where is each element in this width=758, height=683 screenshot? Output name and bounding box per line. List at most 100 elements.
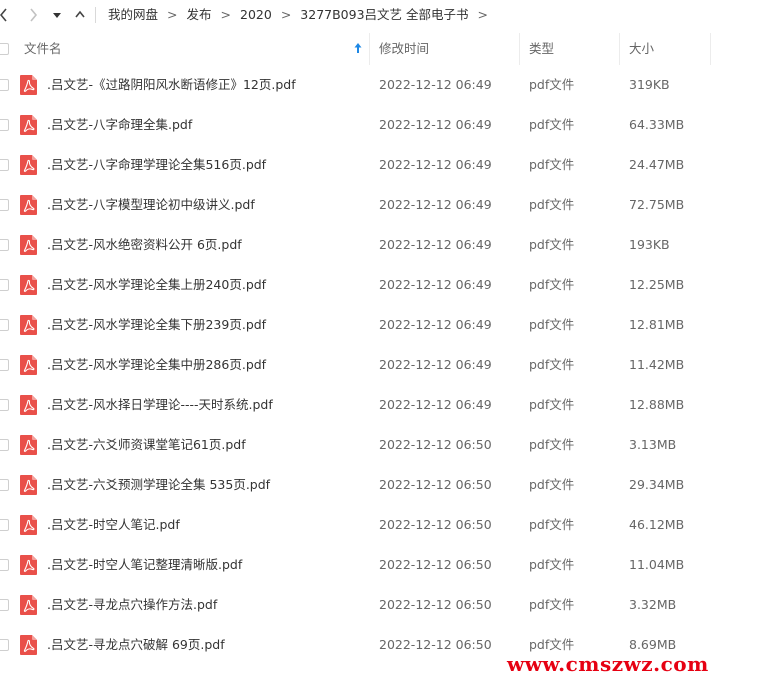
up-folder-icon[interactable] — [73, 6, 87, 24]
file-size: 64.33MB — [629, 117, 685, 132]
select-all-checkbox[interactable] — [0, 43, 9, 55]
file-modified-time: 2022-12-12 06:49 — [379, 237, 492, 252]
file-row[interactable]: .吕文艺-八字模型理论初中级讲义.pdf 2022-12-12 06:49 pdf文… — [0, 185, 758, 225]
file-size: 3.32MB — [629, 597, 677, 612]
row-checkbox[interactable] — [0, 359, 9, 371]
file-row[interactable]: .吕文艺-《过路阴阳风水断语修正》12页.pdf 2022-12-12 06:49… — [0, 65, 758, 105]
file-name[interactable]: .吕文艺-寻龙点穴操作方法.pdf — [47, 585, 217, 625]
top-navigation-bar: 我的网盘 > 发布 >2020 >3277B093吕文艺 全部电子书 > — [0, 0, 758, 30]
file-row[interactable]: .吕文艺-寻龙点穴操作方法.pdf 2022-12-12 06:50 pdf文件 3.… — [0, 585, 758, 625]
column-divider[interactable] — [369, 33, 370, 65]
file-modified-time: 2022-12-12 06:50 — [379, 557, 492, 572]
file-modified-time: 2022-12-12 06:49 — [379, 277, 492, 292]
file-size: 12.25MB — [629, 277, 685, 292]
file-name[interactable]: .吕文艺-风水学理论全集下册239页.pdf — [47, 305, 266, 345]
row-checkbox[interactable] — [0, 239, 9, 251]
file-list-header: 文件名 修改时间 类型 大小 — [0, 33, 758, 65]
column-header-size[interactable]: 大小 — [629, 33, 709, 65]
file-row[interactable]: .吕文艺-风水学理论全集下册239页.pdf 2022-12-12 06:49 pd… — [0, 305, 758, 345]
row-checkbox[interactable] — [0, 439, 9, 451]
file-size: 24.47MB — [629, 157, 685, 172]
file-type: pdf文件 — [529, 557, 575, 572]
pdf-file-icon — [20, 75, 37, 95]
file-row[interactable]: .吕文艺-六爻师资课堂笔记61页.pdf 2022-12-12 06:50 pdf文… — [0, 425, 758, 465]
row-checkbox[interactable] — [0, 79, 9, 91]
file-row[interactable]: .吕文艺-时空人笔记.pdf 2022-12-12 06:50 pdf文件 46.12… — [0, 505, 758, 545]
file-size: 29.34MB — [629, 477, 685, 492]
column-header-name[interactable]: 文件名 — [24, 33, 364, 65]
file-name[interactable]: .吕文艺-风水学理论全集上册240页.pdf — [47, 265, 266, 305]
file-name[interactable]: .吕文艺-风水绝密资料公开 6页.pdf — [47, 225, 242, 265]
file-row[interactable]: .吕文艺-八字命理学理论全集516页.pdf 2022-12-12 06:49 pd… — [0, 145, 758, 185]
file-size: 193KB — [629, 237, 670, 252]
file-row[interactable]: .吕文艺-风水择日学理论----天时系统.pdf 2022-12-12 06:49… — [0, 385, 758, 425]
file-size: 319KB — [629, 77, 670, 92]
file-name[interactable]: .吕文艺-时空人笔记整理清晰版.pdf — [47, 545, 242, 585]
file-type: pdf文件 — [529, 317, 575, 332]
back-icon[interactable] — [0, 6, 11, 24]
history-dropdown-icon[interactable] — [50, 6, 64, 24]
forward-icon[interactable] — [26, 6, 40, 24]
row-checkbox[interactable] — [0, 319, 9, 331]
column-divider[interactable] — [710, 33, 711, 65]
file-row[interactable]: .吕文艺-六爻预测学理论全集 535页.pdf 2022-12-12 06:50 p… — [0, 465, 758, 505]
watermark-text: www.cmszwz.com — [507, 652, 709, 676]
file-name[interactable]: .吕文艺-六爻师资课堂笔记61页.pdf — [47, 425, 246, 465]
breadcrumb: 我的网盘 > 发布 >2020 >3277B093吕文艺 全部电子书 > — [108, 0, 497, 30]
breadcrumb-item-current-folder[interactable]: 3277B093吕文艺 全部电子书 — [300, 7, 468, 22]
sort-ascending-icon[interactable] — [352, 41, 364, 55]
file-type: pdf文件 — [529, 597, 575, 612]
file-name[interactable]: .吕文艺-八字命理学理论全集516页.pdf — [47, 145, 266, 185]
file-type: pdf文件 — [529, 357, 575, 372]
file-name[interactable]: .吕文艺-时空人笔记.pdf — [47, 505, 180, 545]
file-type: pdf文件 — [529, 197, 575, 212]
breadcrumb-item-publish[interactable]: 发布 — [187, 7, 212, 22]
file-name[interactable]: .吕文艺-《过路阴阳风水断语修正》12页.pdf — [47, 65, 296, 105]
row-checkbox[interactable] — [0, 199, 9, 211]
file-modified-time: 2022-12-12 06:49 — [379, 317, 492, 332]
file-modified-time: 2022-12-12 06:49 — [379, 197, 492, 212]
row-checkbox[interactable] — [0, 479, 9, 491]
file-type: pdf文件 — [529, 477, 575, 492]
pdf-file-icon — [20, 155, 37, 175]
pdf-file-icon — [20, 395, 37, 415]
row-checkbox[interactable] — [0, 559, 9, 571]
row-checkbox[interactable] — [0, 599, 9, 611]
breadcrumb-item-year[interactable]: 2020 — [240, 7, 272, 22]
toolbar-divider — [95, 7, 96, 23]
row-checkbox[interactable] — [0, 159, 9, 171]
file-modified-time: 2022-12-12 06:50 — [379, 477, 492, 492]
file-size: 46.12MB — [629, 517, 685, 532]
pdf-file-icon — [20, 515, 37, 535]
file-name[interactable]: .吕文艺-寻龙点穴破解 69页.pdf — [47, 625, 225, 665]
row-checkbox[interactable] — [0, 519, 9, 531]
column-divider[interactable] — [619, 33, 620, 65]
column-header-type[interactable]: 类型 — [529, 33, 619, 65]
file-row[interactable]: .吕文艺-风水绝密资料公开 6页.pdf 2022-12-12 06:49 pdf文… — [0, 225, 758, 265]
row-checkbox[interactable] — [0, 119, 9, 131]
file-modified-time: 2022-12-12 06:49 — [379, 397, 492, 412]
file-name[interactable]: .吕文艺-八字命理全集.pdf — [47, 105, 192, 145]
row-checkbox[interactable] — [0, 399, 9, 411]
pdf-file-icon — [20, 275, 37, 295]
file-row[interactable]: .吕文艺-风水学理论全集上册240页.pdf 2022-12-12 06:49 pd… — [0, 265, 758, 305]
pdf-file-icon — [20, 595, 37, 615]
file-row[interactable]: .吕文艺-时空人笔记整理清晰版.pdf 2022-12-12 06:50 pdf文件… — [0, 545, 758, 585]
file-name[interactable]: .吕文艺-风水择日学理论----天时系统.pdf — [47, 385, 273, 425]
file-size: 12.81MB — [629, 317, 685, 332]
file-name[interactable]: .吕文艺-八字模型理论初中级讲义.pdf — [47, 185, 255, 225]
file-modified-time: 2022-12-12 06:50 — [379, 517, 492, 532]
breadcrumb-separator: > — [167, 7, 178, 22]
column-header-modified[interactable]: 修改时间 — [379, 33, 519, 65]
file-modified-time: 2022-12-12 06:49 — [379, 117, 492, 132]
breadcrumb-separator: > — [477, 7, 489, 22]
column-divider[interactable] — [519, 33, 520, 65]
file-row[interactable]: .吕文艺-八字命理全集.pdf 2022-12-12 06:49 pdf文件 64.3… — [0, 105, 758, 145]
row-checkbox[interactable] — [0, 279, 9, 291]
file-row[interactable]: .吕文艺-风水学理论全集中册286页.pdf 2022-12-12 06:49 pd… — [0, 345, 758, 385]
breadcrumb-item-root[interactable]: 我的网盘 — [108, 7, 158, 22]
row-checkbox[interactable] — [0, 639, 9, 651]
file-name[interactable]: .吕文艺-风水学理论全集中册286页.pdf — [47, 345, 266, 385]
file-type: pdf文件 — [529, 517, 575, 532]
file-name[interactable]: .吕文艺-六爻预测学理论全集 535页.pdf — [47, 465, 270, 505]
